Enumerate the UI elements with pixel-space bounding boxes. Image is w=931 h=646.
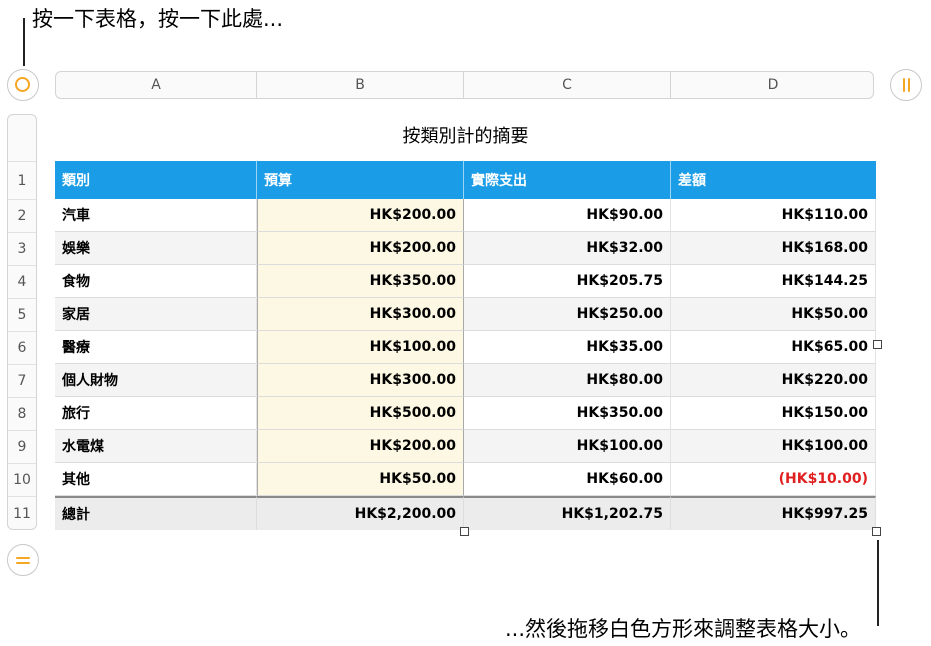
row-header-10[interactable]: 10 bbox=[8, 463, 36, 496]
row-header-8[interactable]: 8 bbox=[8, 397, 36, 430]
amount-cell[interactable]: HK$144.25 bbox=[671, 265, 876, 298]
amount-cell[interactable]: HK$205.75 bbox=[464, 265, 671, 298]
row-header-5[interactable]: 5 bbox=[8, 298, 36, 331]
amount-cell[interactable]: HK$200.00 bbox=[257, 430, 464, 463]
column-header-a[interactable]: A bbox=[56, 72, 257, 98]
amount-cell[interactable]: HK$110.00 bbox=[671, 199, 876, 232]
amount-cell[interactable]: HK$200.00 bbox=[257, 232, 464, 265]
table-row: 其他 HK$50.00 HK$60.00 (HK$10.00) bbox=[55, 463, 876, 496]
amount-cell[interactable]: HK$250.00 bbox=[464, 298, 671, 331]
category-cell[interactable]: 水電煤 bbox=[55, 430, 257, 463]
category-cell[interactable]: 娛樂 bbox=[55, 232, 257, 265]
table-row: 旅行 HK$500.00 HK$350.00 HK$150.00 bbox=[55, 397, 876, 430]
amount-cell[interactable]: HK$220.00 bbox=[671, 364, 876, 397]
row-header-4[interactable]: 4 bbox=[8, 265, 36, 298]
total-amount-cell[interactable]: HK$1,202.75 bbox=[464, 496, 671, 530]
callout-top-text: 按一下表格，按一下此處... bbox=[32, 7, 284, 31]
amount-cell[interactable]: HK$300.00 bbox=[257, 364, 464, 397]
table-row: 娛樂 HK$200.00 HK$32.00 HK$168.00 bbox=[55, 232, 876, 265]
amount-cell[interactable]: HK$100.00 bbox=[257, 331, 464, 364]
row-header-bar[interactable]: 1 2 3 4 5 6 7 8 9 10 11 bbox=[7, 114, 37, 530]
category-cell[interactable]: 其他 bbox=[55, 463, 257, 496]
category-cell[interactable]: 汽車 bbox=[55, 199, 257, 232]
column-handle-button[interactable] bbox=[890, 69, 922, 101]
amount-cell[interactable]: HK$32.00 bbox=[464, 232, 671, 265]
row-header-3[interactable]: 3 bbox=[8, 232, 36, 265]
table-header-row: 類別 預算 實際支出 差額 bbox=[55, 161, 876, 199]
resize-handle-bottom[interactable] bbox=[460, 527, 469, 536]
category-cell[interactable]: 家居 bbox=[55, 298, 257, 331]
header-cell[interactable]: 預算 bbox=[257, 161, 464, 199]
table-row: 食物 HK$350.00 HK$205.75 HK$144.25 bbox=[55, 265, 876, 298]
column-header-bar[interactable]: ABCD bbox=[55, 71, 874, 99]
row-handle-button[interactable] bbox=[7, 544, 39, 576]
total-amount-cell[interactable]: HK$2,200.00 bbox=[257, 496, 464, 530]
row-header-6[interactable]: 6 bbox=[8, 331, 36, 364]
amount-cell[interactable]: HK$500.00 bbox=[257, 397, 464, 430]
category-cell[interactable]: 旅行 bbox=[55, 397, 257, 430]
callout-top-leader-line bbox=[23, 18, 25, 66]
resize-handle-right[interactable] bbox=[873, 340, 882, 349]
column-header-d[interactable]: D bbox=[671, 72, 873, 98]
table-row: 個人財物 HK$300.00 HK$80.00 HK$220.00 bbox=[55, 364, 876, 397]
amount-cell[interactable]: HK$65.00 bbox=[671, 331, 876, 364]
category-cell[interactable]: 食物 bbox=[55, 265, 257, 298]
category-cell[interactable]: 醫療 bbox=[55, 331, 257, 364]
table-footer-row: 總計 HK$2,200.00 HK$1,202.75 HK$997.25 bbox=[55, 496, 876, 530]
amount-cell[interactable]: HK$100.00 bbox=[671, 430, 876, 463]
circle-select-icon bbox=[15, 77, 30, 92]
amount-cell[interactable]: HK$90.00 bbox=[464, 199, 671, 232]
amount-cell[interactable]: HK$300.00 bbox=[257, 298, 464, 331]
header-cell[interactable]: 實際支出 bbox=[464, 161, 671, 199]
amount-cell[interactable]: HK$350.00 bbox=[464, 397, 671, 430]
category-cell[interactable]: 個人財物 bbox=[55, 364, 257, 397]
callout-bottom-leader-line bbox=[877, 540, 879, 626]
row-header-1[interactable]: 1 bbox=[8, 161, 36, 199]
row-header-2[interactable]: 2 bbox=[8, 199, 36, 232]
amount-cell[interactable]: HK$80.00 bbox=[464, 364, 671, 397]
row-header-7[interactable]: 7 bbox=[8, 364, 36, 397]
amount-cell[interactable]: HK$50.00 bbox=[671, 298, 876, 331]
summary-table[interactable]: 類別 預算 實際支出 差額 汽車 HK$200.00 HK$90.00 HK$110.00 娛樂… bbox=[55, 161, 876, 530]
header-cell[interactable]: 類別 bbox=[55, 161, 257, 199]
amount-cell[interactable]: HK$150.00 bbox=[671, 397, 876, 430]
amount-cell[interactable]: HK$200.00 bbox=[257, 199, 464, 232]
callout-bottom-text: ...然後拖移白色方形來調整表格大小。 bbox=[504, 617, 861, 641]
column-header-c[interactable]: C bbox=[464, 72, 671, 98]
row-header-9[interactable]: 9 bbox=[8, 430, 36, 463]
amount-cell[interactable]: (HK$10.00) bbox=[671, 463, 876, 496]
row-header-11[interactable]: 11 bbox=[8, 496, 36, 529]
amount-cell[interactable]: HK$60.00 bbox=[464, 463, 671, 496]
table-row: 汽車 HK$200.00 HK$90.00 HK$110.00 bbox=[55, 199, 876, 232]
table-row: 醫療 HK$100.00 HK$35.00 HK$65.00 bbox=[55, 331, 876, 364]
amount-cell[interactable]: HK$100.00 bbox=[464, 430, 671, 463]
amount-cell[interactable]: HK$50.00 bbox=[257, 463, 464, 496]
header-cell[interactable]: 差額 bbox=[671, 161, 876, 199]
table-row: 水電煤 HK$200.00 HK$100.00 HK$100.00 bbox=[55, 430, 876, 463]
amount-cell[interactable]: HK$168.00 bbox=[671, 232, 876, 265]
resize-handle-corner[interactable] bbox=[872, 527, 881, 536]
table-row: 家居 HK$300.00 HK$250.00 HK$50.00 bbox=[55, 298, 876, 331]
table-title[interactable]: 按類別計的摘要 bbox=[55, 124, 876, 150]
table-select-button[interactable] bbox=[7, 69, 39, 101]
column-header-b[interactable]: B bbox=[257, 72, 464, 98]
total-label-cell[interactable]: 總計 bbox=[55, 496, 257, 530]
amount-cell[interactable]: HK$35.00 bbox=[464, 331, 671, 364]
amount-cell[interactable]: HK$350.00 bbox=[257, 265, 464, 298]
total-amount-cell[interactable]: HK$997.25 bbox=[671, 496, 876, 530]
